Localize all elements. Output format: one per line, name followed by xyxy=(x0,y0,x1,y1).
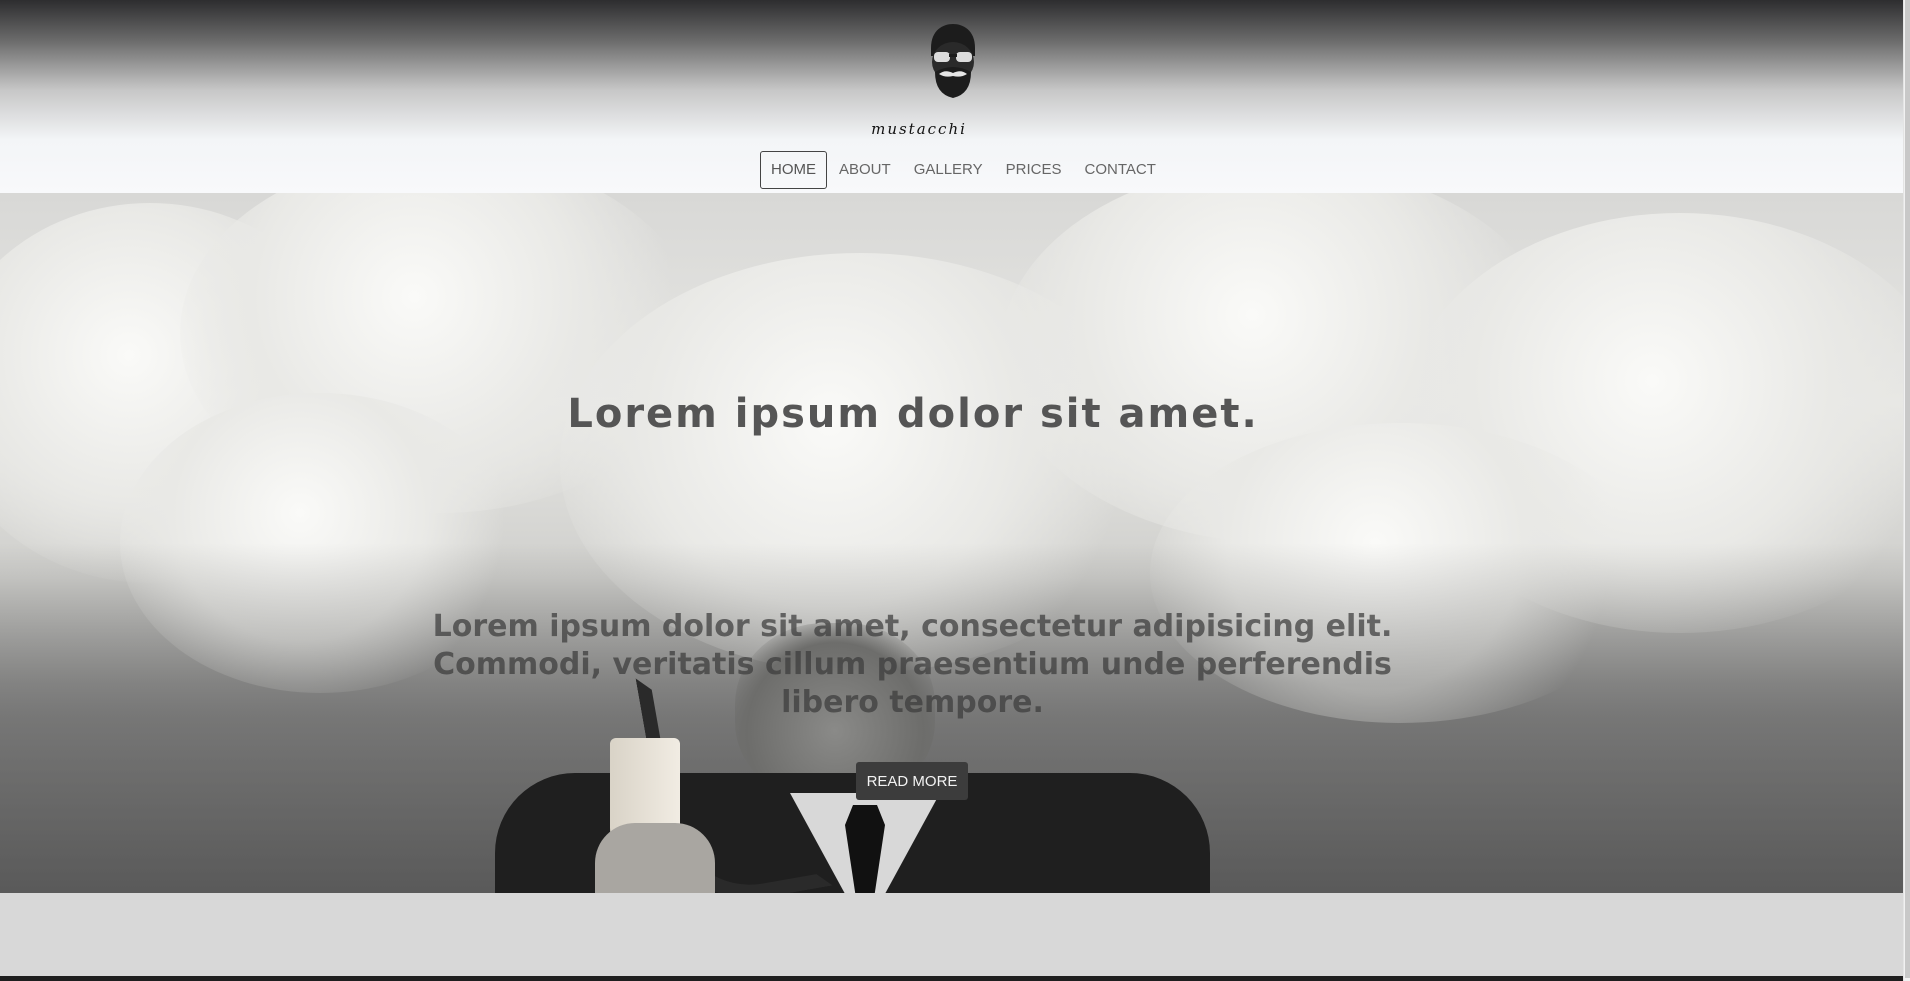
nav-item-home[interactable]: HOME xyxy=(760,151,827,189)
scrollbar-thumb[interactable] xyxy=(1905,0,1910,978)
nav-item-about[interactable]: ABOUT xyxy=(828,151,902,189)
hero-title: Lorem ipsum dolor sit amet. xyxy=(567,391,1259,437)
main-nav: HOME ABOUT GALLERY PRICES CONTACT xyxy=(760,151,1168,189)
read-more-button[interactable]: READ MORE xyxy=(856,762,968,800)
content-area xyxy=(0,893,1903,981)
hero-text: Lorem ipsum dolor sit amet, consectetur … xyxy=(432,609,1393,720)
bottom-divider xyxy=(0,976,1903,981)
scrollbar[interactable] xyxy=(1903,0,1910,981)
site-header: mustacchi HOME ABOUT GALLERY PRICES CONT… xyxy=(0,0,1903,193)
hero-section: Lorem ipsum dolor sit amet. Lorem ipsum … xyxy=(0,193,1903,893)
nav-item-prices[interactable]: PRICES xyxy=(995,151,1073,189)
brand-name: mustacchi xyxy=(871,120,967,138)
nav-item-gallery[interactable]: GALLERY xyxy=(903,151,994,189)
page: mustacchi HOME ABOUT GALLERY PRICES CONT… xyxy=(0,0,1903,981)
nav-item-contact[interactable]: CONTACT xyxy=(1073,151,1166,189)
mustache-man-icon[interactable] xyxy=(925,22,981,102)
